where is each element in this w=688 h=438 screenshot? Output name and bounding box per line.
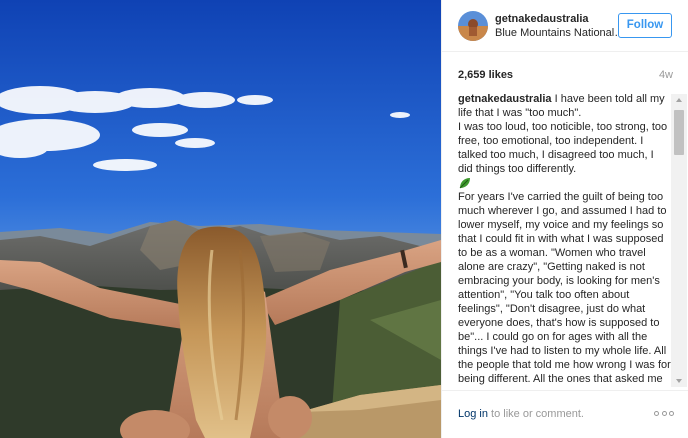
caption-paragraph-1: I was too loud, too noticible, too stron… <box>458 121 668 175</box>
post-side-panel: getnakedaustralia Blue Mountains Nationa… <box>441 0 688 438</box>
more-options-icon[interactable] <box>654 409 674 417</box>
caption-intro-line: getnakedaustralia I have been told all m… <box>458 92 671 120</box>
profile-avatar[interactable] <box>458 10 488 41</box>
more-dot <box>669 410 674 416</box>
login-prompt: Log in to like or comment. <box>458 407 584 421</box>
avatar-icon <box>458 10 488 41</box>
caption-username[interactable]: getnakedaustralia <box>458 93 552 105</box>
login-link[interactable]: Log in <box>458 408 488 420</box>
caption: getnakedaustralia I have been told all m… <box>458 92 671 386</box>
likes-row: 2,659 likes 4w <box>458 67 673 85</box>
leaf-icon <box>458 176 671 190</box>
header-location[interactable]: Blue Mountains National Park <box>495 26 627 40</box>
more-dot <box>654 410 659 416</box>
login-prompt-text: to like or comment. <box>487 408 584 420</box>
post-header: getnakedaustralia Blue Mountains Nationa… <box>442 0 688 52</box>
post-photo[interactable] <box>0 0 441 438</box>
more-dot <box>661 410 667 416</box>
caption-scroll-area[interactable]: getnakedaustralia I have been told all m… <box>442 92 688 386</box>
landscape-photo-woman-mountains <box>0 0 441 438</box>
likes-count[interactable]: 2,659 likes <box>458 67 513 83</box>
caption-paragraph-2: For years I've carried the guilt of bein… <box>458 191 671 385</box>
header-text: getnakedaustralia Blue Mountains Nationa… <box>495 12 627 40</box>
instagram-post: getnakedaustralia Blue Mountains Nationa… <box>0 0 688 438</box>
scrollbar-thumb[interactable] <box>674 110 684 155</box>
post-footer: Log in to like or comment. <box>442 390 688 438</box>
scroll-up-arrow-icon[interactable] <box>671 94 687 106</box>
header-username[interactable]: getnakedaustralia <box>495 12 627 26</box>
follow-button[interactable]: Follow <box>618 13 672 38</box>
scroll-down-arrow-icon[interactable] <box>671 375 687 387</box>
caption-scrollbar[interactable] <box>671 94 687 387</box>
post-age[interactable]: 4w <box>659 67 673 83</box>
